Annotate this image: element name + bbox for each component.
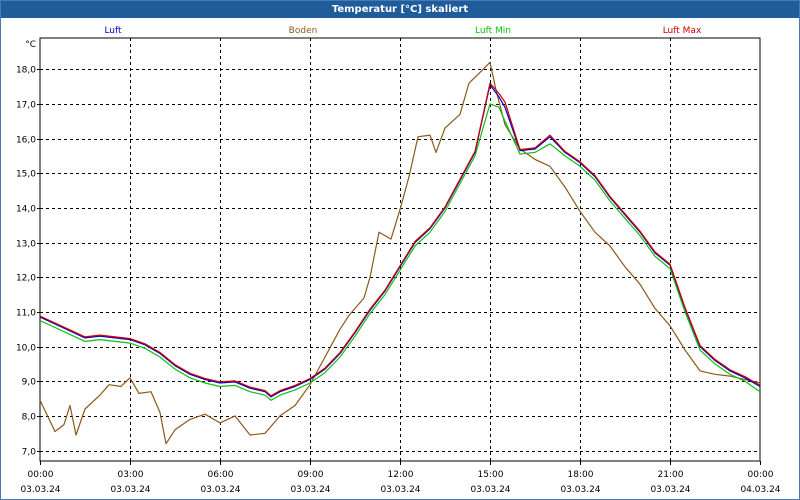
y-tick-label: 18,0 bbox=[16, 66, 36, 76]
x-tick-label-time: 06:00 bbox=[208, 470, 234, 480]
x-tick-label-time: 03:00 bbox=[118, 470, 144, 480]
x-tick-label-date: 04.03.24 bbox=[740, 485, 780, 495]
legend-luft-max: Luft Max bbox=[663, 26, 702, 36]
y-tick-label: 17,0 bbox=[16, 101, 36, 111]
y-tick-label: 14,0 bbox=[16, 205, 36, 215]
x-tick-label-time: 00:00 bbox=[28, 470, 54, 480]
y-axis-label: °C bbox=[25, 40, 36, 50]
y-tick-label: 7,0 bbox=[22, 448, 37, 458]
x-tick-label-date: 03.03.24 bbox=[380, 485, 420, 495]
x-tick-label-date: 03.03.24 bbox=[560, 485, 600, 495]
y-tick-label: 8,0 bbox=[22, 413, 37, 423]
x-tick-label-time: 18:00 bbox=[568, 470, 594, 480]
x-tick-label-time: 00:00 bbox=[748, 470, 774, 480]
temperature-chart: 7,0 8,0 9,0 10,0 11,0 12,0 13,0 14,0 15,0 16,0 17,… bbox=[16, 26, 781, 495]
y-tick-label: 9,0 bbox=[22, 378, 37, 388]
x-tick-label-date: 03.03.24 bbox=[20, 485, 60, 495]
legend-luft-min: Luft Min bbox=[475, 26, 511, 36]
x-tick-label-date: 03.03.24 bbox=[200, 485, 240, 495]
y-tick-label: 15,0 bbox=[16, 170, 36, 180]
x-tick-label-date: 03.03.24 bbox=[470, 485, 510, 495]
x-tick-label-time: 12:00 bbox=[388, 470, 414, 480]
x-tick-label-time: 21:00 bbox=[658, 470, 684, 480]
legend-luft: Luft bbox=[104, 26, 122, 36]
x-tick-label-time: 09:00 bbox=[298, 470, 324, 480]
y-tick-label: 11,0 bbox=[16, 309, 36, 319]
y-tick-label: 13,0 bbox=[16, 240, 36, 250]
y-tick-label: 12,0 bbox=[16, 274, 36, 284]
y-tick-label: 10,0 bbox=[16, 344, 36, 354]
y-tick-label: 16,0 bbox=[16, 136, 36, 146]
x-tick-label-date: 03.03.24 bbox=[110, 485, 150, 495]
x-tick-label-date: 03.03.24 bbox=[650, 485, 690, 495]
x-tick-label-time: 15:00 bbox=[478, 470, 504, 480]
x-tick-label-date: 03.03.24 bbox=[290, 485, 330, 495]
legend-boden: Boden bbox=[289, 26, 318, 36]
